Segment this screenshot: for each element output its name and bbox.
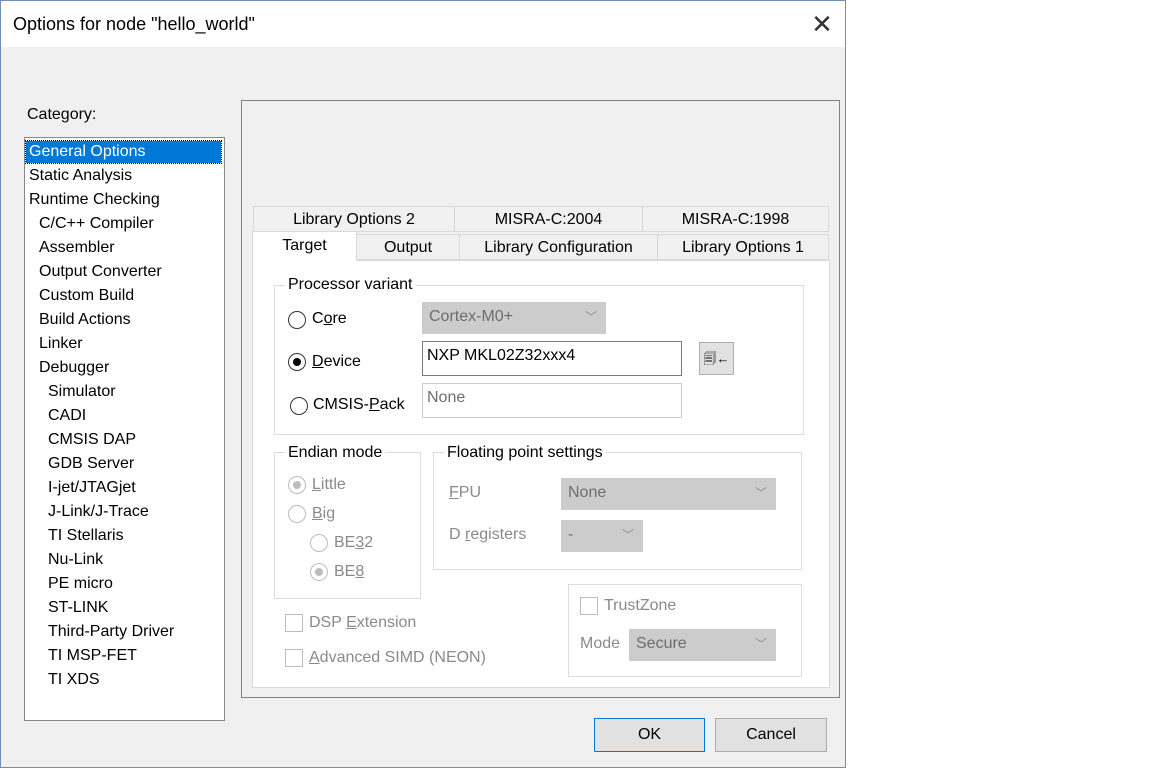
window-title: Options for node "hello_world" [13,14,255,34]
tab-library-configuration[interactable]: Library Configuration [459,234,658,260]
ok-button[interactable]: OK [594,718,705,752]
mode-select[interactable]: Secure ﹀ [629,629,776,661]
device-field[interactable]: NXP MKL02Z32xxx4 [422,341,682,376]
be32-label: BE32 [334,534,374,551]
category-item[interactable]: TI MSP-FET [48,645,137,667]
category-item[interactable]: General Options [25,140,222,164]
category-item[interactable]: CMSIS DAP [48,429,136,451]
cmsis-pack-radio[interactable] [290,397,308,415]
category-item[interactable]: Build Actions [39,309,131,331]
dsp-extension-label: DSP Extension [309,614,417,631]
core-radio[interactable] [288,311,306,329]
tab-misra-c-2004[interactable]: MISRA-C:2004 [454,206,643,232]
big-endian-label: Big [312,505,336,522]
category-item[interactable]: Simulator [48,381,116,403]
fpu-label: FPU [449,484,482,501]
little-endian-radio[interactable] [288,476,306,494]
category-item[interactable]: I-jet/JTAGjet [48,477,136,499]
category-item[interactable]: TI Stellaris [48,525,124,547]
category-item[interactable]: Third-Party Driver [48,621,174,643]
category-item[interactable]: GDB Server [48,453,134,475]
category-item[interactable]: Static Analysis [29,165,132,187]
category-item[interactable]: Assembler [39,237,115,259]
category-item[interactable]: Debugger [39,357,109,379]
category-label: Category: [27,106,97,123]
fpu-select[interactable]: None ﹀ [561,478,776,510]
chevron-down-icon: ﹀ [621,528,634,542]
little-endian-label: Little [312,476,346,493]
floating-point-group [433,452,802,570]
category-item[interactable]: PE micro [48,573,113,595]
category-item[interactable]: Runtime Checking [29,189,160,211]
endian-mode-label: Endian mode [285,444,386,462]
tab-library-options-2[interactable]: Library Options 2 [253,206,455,232]
category-item[interactable]: CADI [48,405,86,427]
category-item[interactable]: C/C++ Compiler [39,213,154,235]
advanced-simd-label: Advanced SIMD (NEON) [309,649,486,666]
be8-label: BE8 [334,563,365,580]
tab-output[interactable]: Output [356,234,460,260]
advanced-simd-checkbox[interactable] [285,649,303,667]
title-bar: Options for node "hello_world" ✕ [1,1,845,47]
d-registers-select[interactable]: - ﹀ [561,520,643,552]
dsp-extension-checkbox[interactable] [285,614,303,632]
cancel-button[interactable]: Cancel [715,718,827,752]
tab-target[interactable]: Target [252,231,357,261]
big-endian-radio[interactable] [288,505,306,523]
cmsis-pack-label: CMSIS-Pack [313,396,405,413]
category-item[interactable]: J-Link/J-Trace [48,501,149,523]
category-item[interactable]: Linker [39,333,83,355]
device-browse-button[interactable]: 🗐← [699,342,734,375]
device-label: Device [312,353,361,370]
tab-library-options-1[interactable]: Library Options 1 [657,234,829,260]
category-item[interactable]: Nu-Link [48,549,103,571]
mode-label: Mode [580,635,621,652]
trustzone-label: TrustZone [604,597,677,614]
core-select[interactable]: Cortex-M0+ ﹀ [422,302,606,334]
processor-variant-label: Processor variant [285,276,416,294]
category-list[interactable]: General Options Static Analysis Runtime Ch… [24,137,225,721]
close-icon[interactable]: ✕ [807,9,837,39]
category-item[interactable]: ST-LINK [48,597,108,619]
category-item[interactable]: Output Converter [39,261,162,283]
chevron-down-icon: ﹀ [754,486,767,500]
device-radio[interactable] [288,353,306,371]
floating-point-label: Floating point settings [444,444,606,462]
trustzone-checkbox[interactable] [580,597,598,615]
cmsis-pack-field[interactable]: None [422,383,682,418]
category-item[interactable]: Custom Build [39,285,134,307]
device-select-icon: 🗐← [703,351,730,366]
d-registers-label: D registers [449,526,527,543]
chevron-down-icon: ﹀ [754,637,767,651]
be32-radio[interactable] [310,534,328,552]
core-label: Core [312,310,347,327]
category-item[interactable]: TI XDS [48,669,100,691]
chevron-down-icon: ﹀ [584,310,597,324]
tab-misra-c-1998[interactable]: MISRA-C:1998 [642,206,829,232]
be8-radio[interactable] [310,563,328,581]
